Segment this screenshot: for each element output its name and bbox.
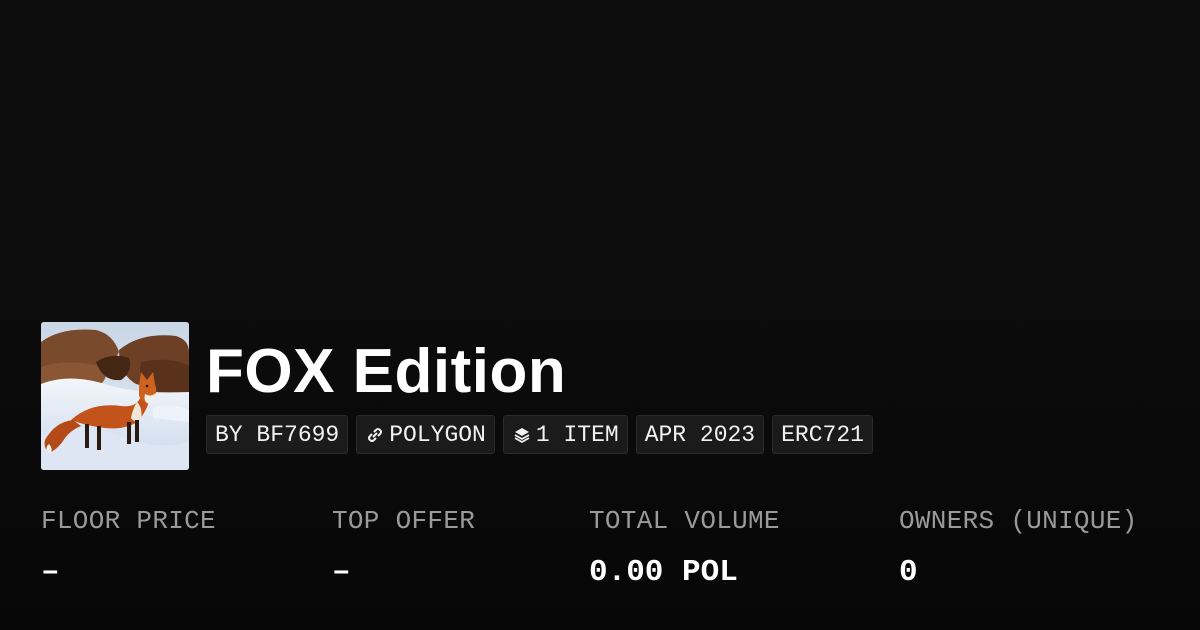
created-date-label: APR 2023 — [644, 421, 756, 448]
stat-label: TOP OFFER — [332, 506, 476, 536]
stat-label: OWNERS (UNIQUE) — [899, 506, 1138, 536]
collection-meta-chips: BY BF7699 POLYGON 1 ITEM APR 2023 ERC721 — [206, 415, 873, 454]
token-standard-label: ERC721 — [781, 421, 864, 448]
stat-floor-price: FLOOR PRICE – — [41, 505, 216, 591]
stat-value: – — [332, 555, 351, 590]
chain-link-icon — [365, 425, 385, 445]
creator-chip[interactable]: BY BF7699 — [206, 415, 349, 454]
token-standard-chip: ERC721 — [772, 415, 873, 454]
stat-label: TOTAL VOLUME — [589, 506, 780, 536]
item-count-chip[interactable]: 1 ITEM — [502, 415, 628, 454]
stat-value: 0.00 POL — [589, 555, 738, 590]
stat-total-volume: TOTAL VOLUME 0.00 POL — [589, 505, 780, 591]
fox-in-snow-image — [41, 322, 189, 470]
item-count-label: 1 ITEM — [535, 421, 619, 448]
collection-header: FOX Edition BY BF7699 POLYGON 1 ITEM APR… — [0, 0, 1200, 630]
stat-value: – — [41, 555, 60, 590]
creator-label: BY BF7699 — [215, 421, 340, 448]
chain-chip[interactable]: POLYGON — [356, 415, 495, 454]
stat-value: 0 — [899, 555, 918, 590]
collection-title: FOX Edition — [206, 337, 567, 406]
stat-owners: OWNERS (UNIQUE) 0 — [899, 505, 1138, 591]
stat-top-offer: TOP OFFER – — [332, 505, 475, 591]
layers-icon — [512, 425, 532, 445]
collection-avatar[interactable] — [41, 322, 189, 470]
stat-label: FLOOR PRICE — [41, 506, 216, 536]
chain-label: POLYGON — [389, 421, 486, 448]
created-date-chip: APR 2023 — [635, 415, 765, 454]
